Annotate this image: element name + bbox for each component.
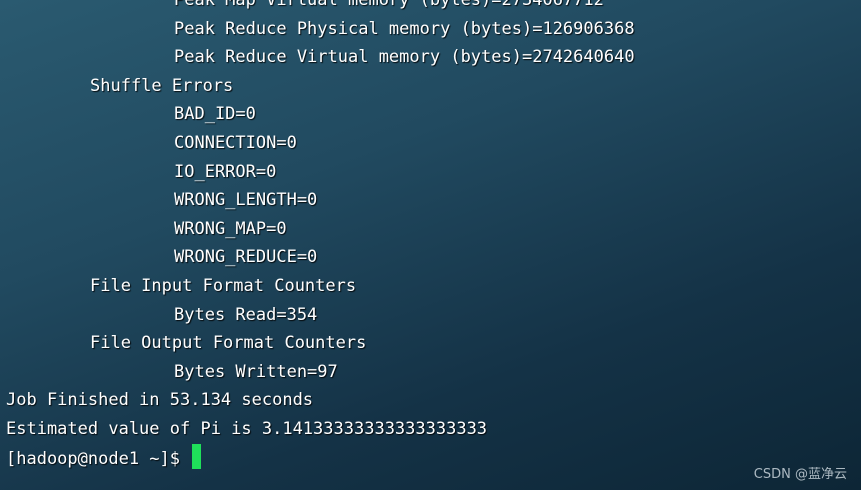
terminal-line: Peak Reduce Physical memory (bytes)=1269… — [174, 18, 635, 39]
terminal-line: File Output Format Counters — [90, 333, 367, 354]
terminal-line: Peak Reduce Virtual memory (bytes)=27426… — [174, 47, 635, 68]
terminal-line: IO_ERROR=0 — [174, 161, 277, 182]
shell-prompt: [hadoop@node1 ~]$ — [6, 448, 191, 469]
terminal-output[interactable]: Peak Map Virtual memory (bytes)=27340677… — [0, 0, 861, 490]
prompt-line[interactable]: [hadoop@node1 ~]$ — [0, 443, 861, 473]
text-cursor — [192, 443, 202, 469]
terminal-line: BAD_ID=0 — [174, 104, 256, 125]
terminal-line: Shuffle Errors — [90, 75, 234, 96]
terminal-line: Job Finished in 53.134 seconds — [6, 390, 314, 411]
terminal-line: CONNECTION=0 — [174, 132, 297, 153]
terminal-line: WRONG_MAP=0 — [174, 218, 287, 239]
terminal-line: Estimated value of Pi is 3.1413333333333… — [6, 418, 488, 439]
terminal-line: WRONG_LENGTH=0 — [174, 190, 318, 211]
terminal-line: Bytes Read=354 — [174, 304, 318, 325]
terminal-line: File Input Format Counters — [90, 275, 357, 296]
terminal-line: Bytes Written=97 — [174, 361, 338, 382]
terminal-line: Peak Map Virtual memory (bytes)=27340677… — [174, 0, 604, 10]
terminal-line: WRONG_REDUCE=0 — [174, 247, 318, 268]
watermark: CSDN @蓝净云 — [753, 467, 847, 482]
